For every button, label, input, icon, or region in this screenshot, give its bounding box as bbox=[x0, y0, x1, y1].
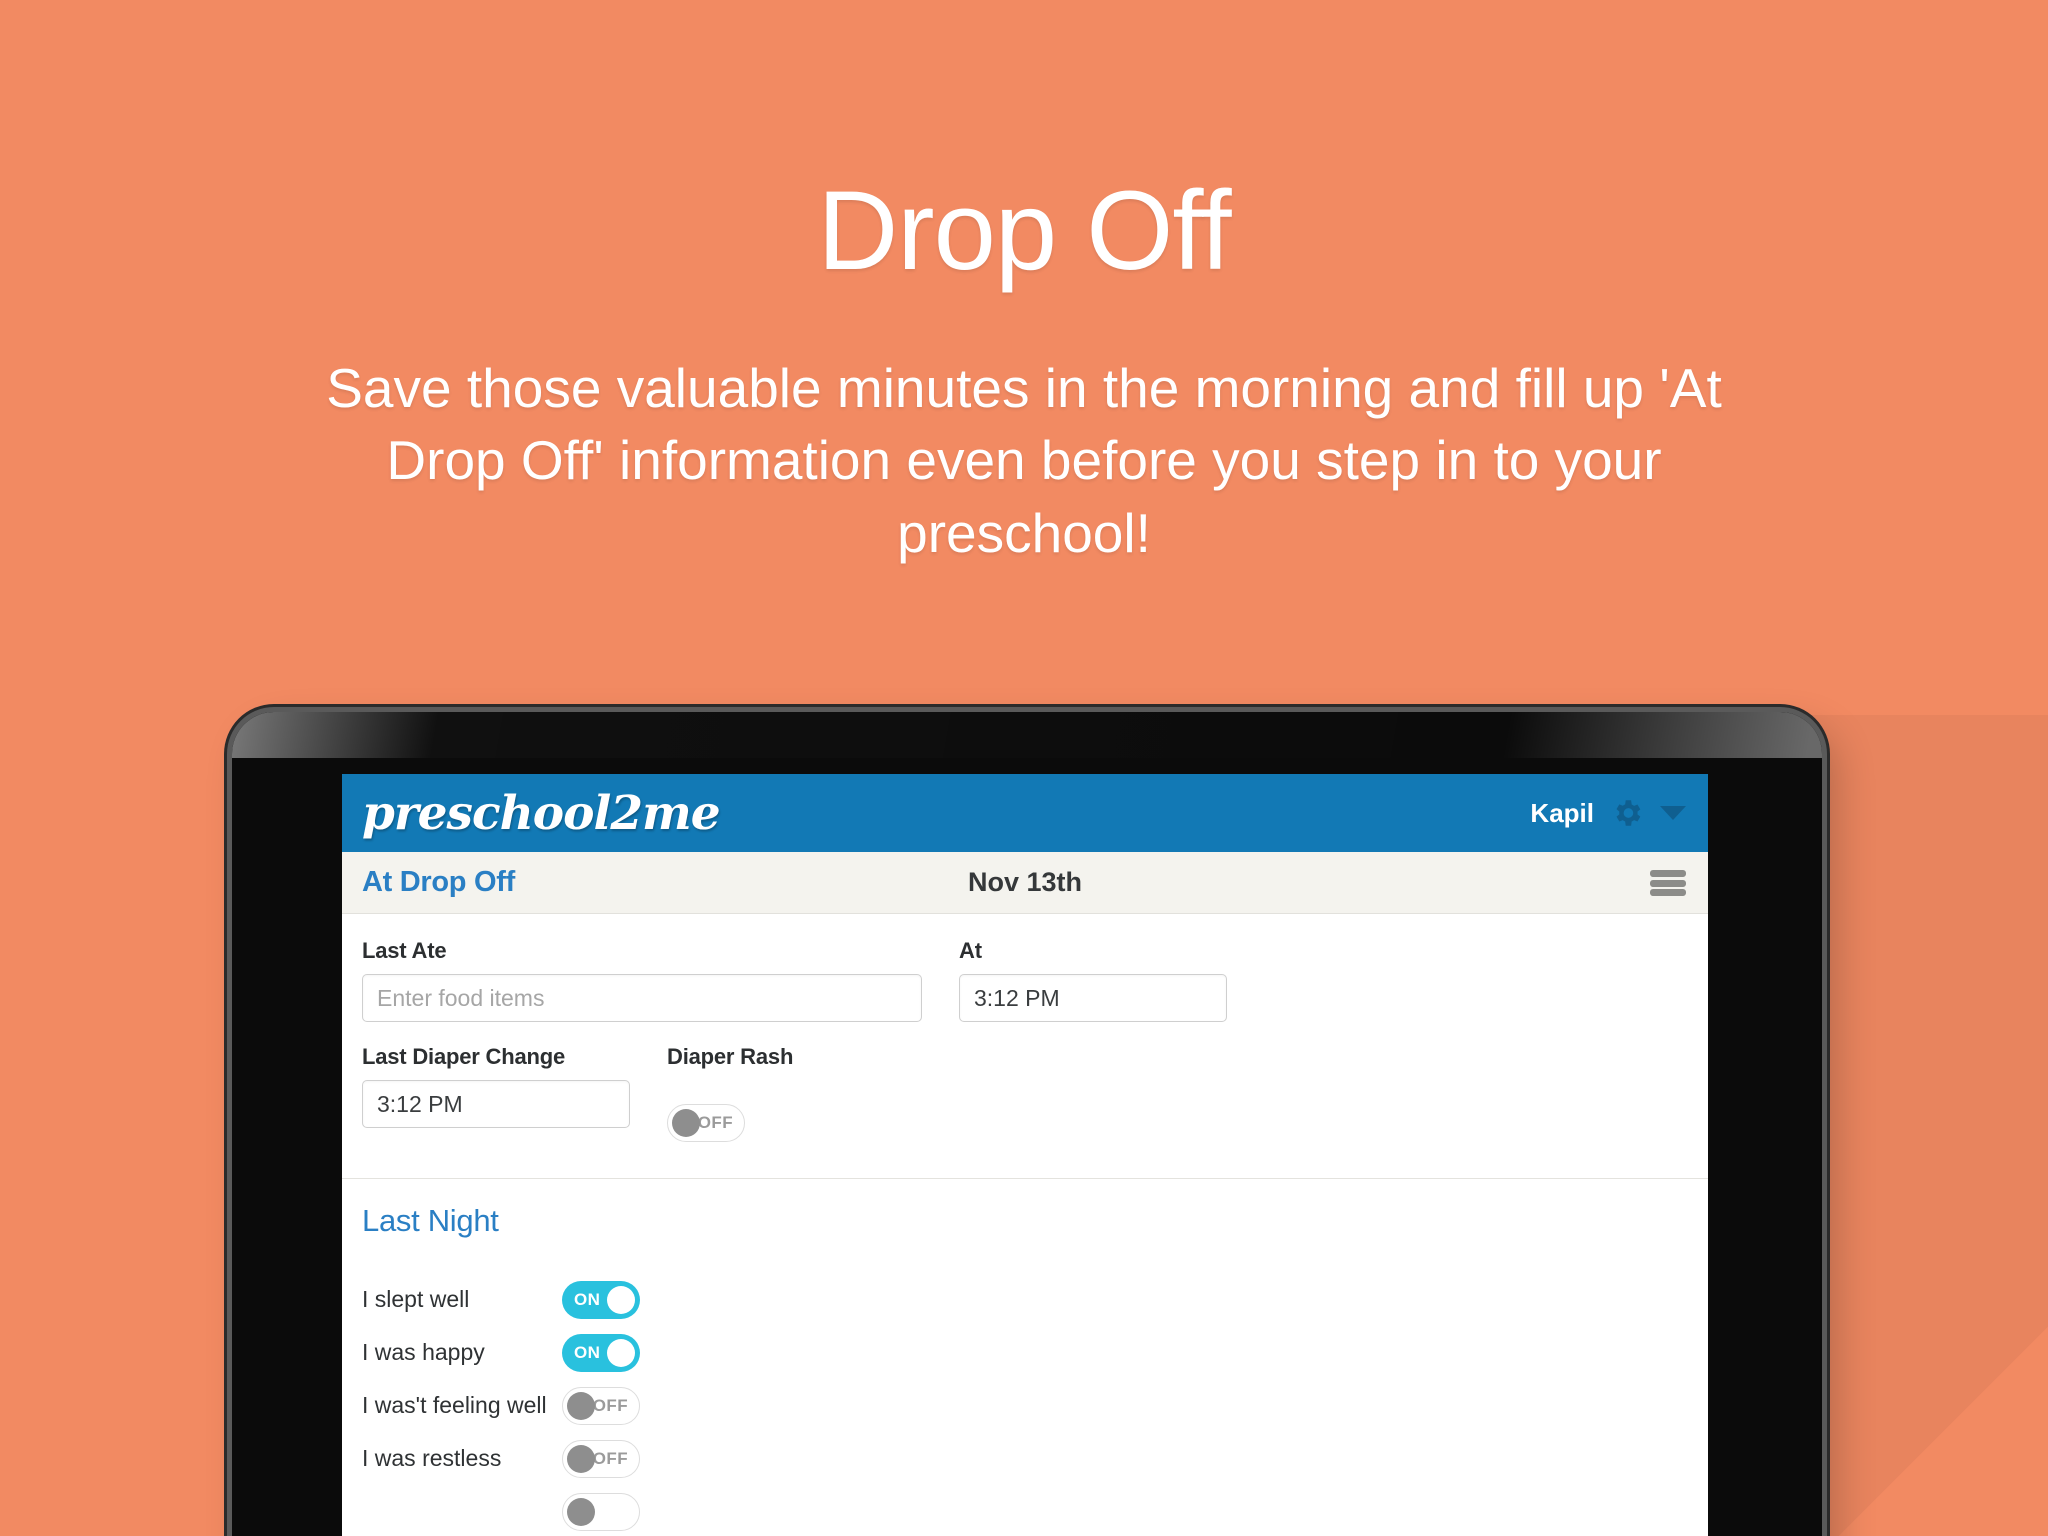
was-restless-toggle[interactable]: OFF bbox=[562, 1439, 640, 1478]
toggle-label: I was restless bbox=[362, 1445, 502, 1471]
toggle-label: I slept well bbox=[362, 1286, 470, 1312]
toggle-label: I was happy bbox=[362, 1339, 485, 1365]
last-ate-input[interactable]: Enter food items bbox=[362, 974, 922, 1022]
diaper-rash-group: Diaper Rash OFF bbox=[667, 1044, 793, 1142]
list-item: I slept well ON bbox=[362, 1273, 1708, 1326]
diaper-rash-toggle[interactable]: OFF bbox=[667, 1104, 745, 1142]
at-label: At bbox=[959, 938, 982, 963]
toggle-state-label: OFF bbox=[592, 1448, 628, 1468]
list-item: I was happy ON bbox=[362, 1326, 1708, 1379]
last-night-toggle-list: I slept well ON I was happy ON I was't f… bbox=[342, 1239, 1708, 1536]
next-toggle-partial[interactable] bbox=[562, 1492, 640, 1531]
last-ate-field-group: Last Ate Enter food items bbox=[362, 938, 922, 1022]
hamburger-bar bbox=[1650, 870, 1686, 877]
form-row-last-ate: Last Ate Enter food items At 3:12 PM bbox=[362, 938, 1686, 1044]
toggle-state-label: OFF bbox=[697, 1113, 733, 1132]
chevron-down-icon[interactable] bbox=[1660, 806, 1686, 820]
not-feeling-well-toggle[interactable]: OFF bbox=[562, 1386, 640, 1425]
toggle-knob bbox=[607, 1338, 635, 1367]
toggle-knob bbox=[672, 1109, 700, 1137]
last-night-section-title: Last Night bbox=[362, 1203, 499, 1238]
list-item-partial bbox=[362, 1485, 1708, 1536]
current-date-label: Nov 13th bbox=[967, 867, 1083, 897]
drop-off-form: Last Ate Enter food items At 3:12 PM Las… bbox=[342, 914, 1708, 1164]
diaper-rash-label: Diaper Rash bbox=[667, 1044, 794, 1069]
toggle-knob bbox=[607, 1285, 635, 1314]
brand-logo[interactable]: preschool2me bbox=[362, 786, 721, 841]
toggle-state-label: ON bbox=[574, 1289, 601, 1309]
promo-subtitle: Save those valuable minutes in the morni… bbox=[326, 356, 1722, 564]
hamburger-icon[interactable] bbox=[1650, 866, 1686, 900]
at-field-group: At 3:12 PM bbox=[959, 938, 1227, 1022]
last-diaper-change-label: Last Diaper Change bbox=[362, 1044, 566, 1069]
hamburger-bar bbox=[1650, 889, 1686, 896]
at-time-input[interactable]: 3:12 PM bbox=[959, 974, 1227, 1022]
list-item: I was't feeling well OFF bbox=[362, 1379, 1708, 1432]
form-row-diaper: Last Diaper Change 3:12 PM Diaper Rash O… bbox=[362, 1044, 1686, 1164]
app-screen: preschool2me Kapil At Drop Off Nov 13th … bbox=[342, 774, 1708, 1536]
page-subheader-bar: At Drop Off Nov 13th bbox=[342, 852, 1708, 914]
hamburger-bar bbox=[1650, 879, 1686, 887]
toggle-state-label: OFF bbox=[592, 1395, 628, 1415]
app-header-bar: preschool2me Kapil bbox=[342, 774, 1708, 852]
app-header-actions: Kapil bbox=[1530, 774, 1686, 852]
at-drop-off-link[interactable]: At Drop Off bbox=[362, 866, 515, 899]
last-diaper-change-input[interactable]: 3:12 PM bbox=[362, 1080, 630, 1128]
tablet-bezel-gloss bbox=[232, 712, 1822, 758]
was-happy-toggle[interactable]: ON bbox=[562, 1333, 640, 1372]
page-title: Drop Off bbox=[817, 168, 1231, 293]
toggle-state-label: ON bbox=[574, 1342, 601, 1362]
list-item: I was restless OFF bbox=[362, 1432, 1708, 1485]
last-diaper-change-group: Last Diaper Change 3:12 PM bbox=[362, 1044, 630, 1142]
slept-well-toggle[interactable]: ON bbox=[562, 1280, 640, 1319]
user-name-label: Kapil bbox=[1530, 797, 1594, 828]
toggle-knob bbox=[567, 1444, 595, 1473]
promo-banner: Drop Off Save those valuable minutes in … bbox=[0, 0, 2048, 569]
toggle-knob bbox=[567, 1391, 595, 1420]
toggle-label: I was't feeling well bbox=[362, 1392, 547, 1418]
toggle-knob bbox=[567, 1497, 595, 1526]
gear-icon[interactable] bbox=[1610, 796, 1644, 830]
last-ate-label: Last Ate bbox=[362, 938, 447, 963]
